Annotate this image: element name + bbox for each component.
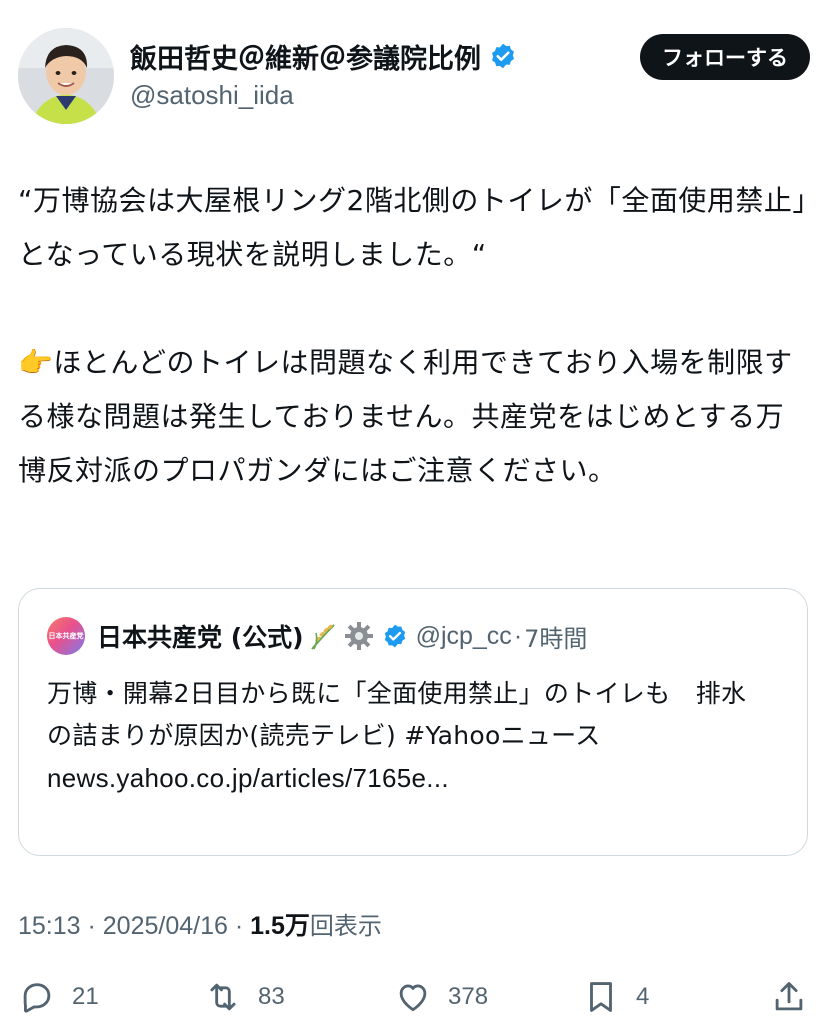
follow-button[interactable]: フォローする (640, 34, 810, 80)
bookmark-icon (590, 982, 612, 1012)
action-bar: 21 83 378 4 (18, 974, 810, 1020)
quoted-link[interactable]: news.yahoo.co.jp/articles/7165e... (47, 757, 767, 799)
retweet-button[interactable]: 83 (204, 974, 285, 1020)
bookmark-count: 4 (636, 983, 650, 1010)
like-count: 378 (448, 983, 489, 1010)
dot-separator: · (513, 621, 523, 650)
tweet-time[interactable]: 15:13 (18, 912, 81, 940)
like-button[interactable]: 378 (394, 974, 488, 1020)
author-name[interactable]: 飯田哲史＠維新＠参議院比例 (130, 37, 481, 76)
retweet-icon (210, 983, 236, 1011)
view-label: 回表示 (309, 912, 382, 940)
quoted-author-avatar[interactable]: 日本共産党 (47, 617, 85, 655)
reply-icon (23, 983, 51, 1013)
tweet-text: “万博協会は大屋根リング2階北側のトイレが「全面使用禁止」となっている現状を説明… (18, 174, 810, 498)
separator: · (80, 912, 103, 940)
tweet-header: 飯田哲史＠維新＠参議院比例 @satoshi_iida フォローする (18, 28, 810, 128)
tweet-paragraph: “万博協会は大屋根リング2階北側のトイレが「全面使用禁止」となっている現状を説明… (18, 184, 807, 271)
author-avatar[interactable] (18, 28, 114, 124)
share-button[interactable] (770, 974, 808, 1020)
separator: · (227, 912, 251, 940)
quoted-author-handle[interactable]: @jcp_cc (416, 622, 512, 651)
bookmark-button[interactable]: 4 (582, 974, 649, 1020)
quoted-tweet-card[interactable]: 日本共産党 日本共産党 (公式) @jcp_cc · 7時間 万博・開幕2日目か… (18, 588, 808, 856)
quoted-timestamp[interactable]: 7時間 (524, 619, 587, 654)
reply-count: 21 (72, 983, 99, 1010)
quoted-tweet-text: 万博・開幕2日目から既に「全面使用禁止」のトイレも 排水の詰まりが原因か(読売テ… (47, 673, 767, 799)
heart-icon (399, 984, 427, 1012)
quoted-author-name[interactable]: 日本共産党 (公式) (97, 618, 304, 654)
quoted-text-body: 万博・開幕2日目から既に「全面使用禁止」のトイレも 排水の詰まりが原因か(読売テ… (47, 679, 747, 750)
quoted-avatar-label: 日本共産党 (48, 632, 84, 640)
rice-plant-icon (308, 621, 340, 651)
tweet-meta: 15:13 · 2025/04/16 · 1.5万回表示 (18, 906, 382, 942)
share-icon (775, 982, 803, 1011)
author-handle[interactable]: @satoshi_iida (130, 80, 517, 111)
verified-badge-icon (489, 42, 517, 70)
verified-badge-icon (382, 623, 408, 649)
tweet-paragraph: 👉ほとんどのトイレは問題なく利用できており入場を制限する様な問題は発生しておりま… (18, 346, 793, 487)
retweet-count: 83 (258, 983, 285, 1010)
view-count[interactable]: 1.5万 (250, 912, 310, 940)
reply-button[interactable]: 21 (18, 974, 99, 1020)
tweet-date[interactable]: 2025/04/16 (103, 912, 228, 940)
gear-icon (344, 621, 374, 651)
